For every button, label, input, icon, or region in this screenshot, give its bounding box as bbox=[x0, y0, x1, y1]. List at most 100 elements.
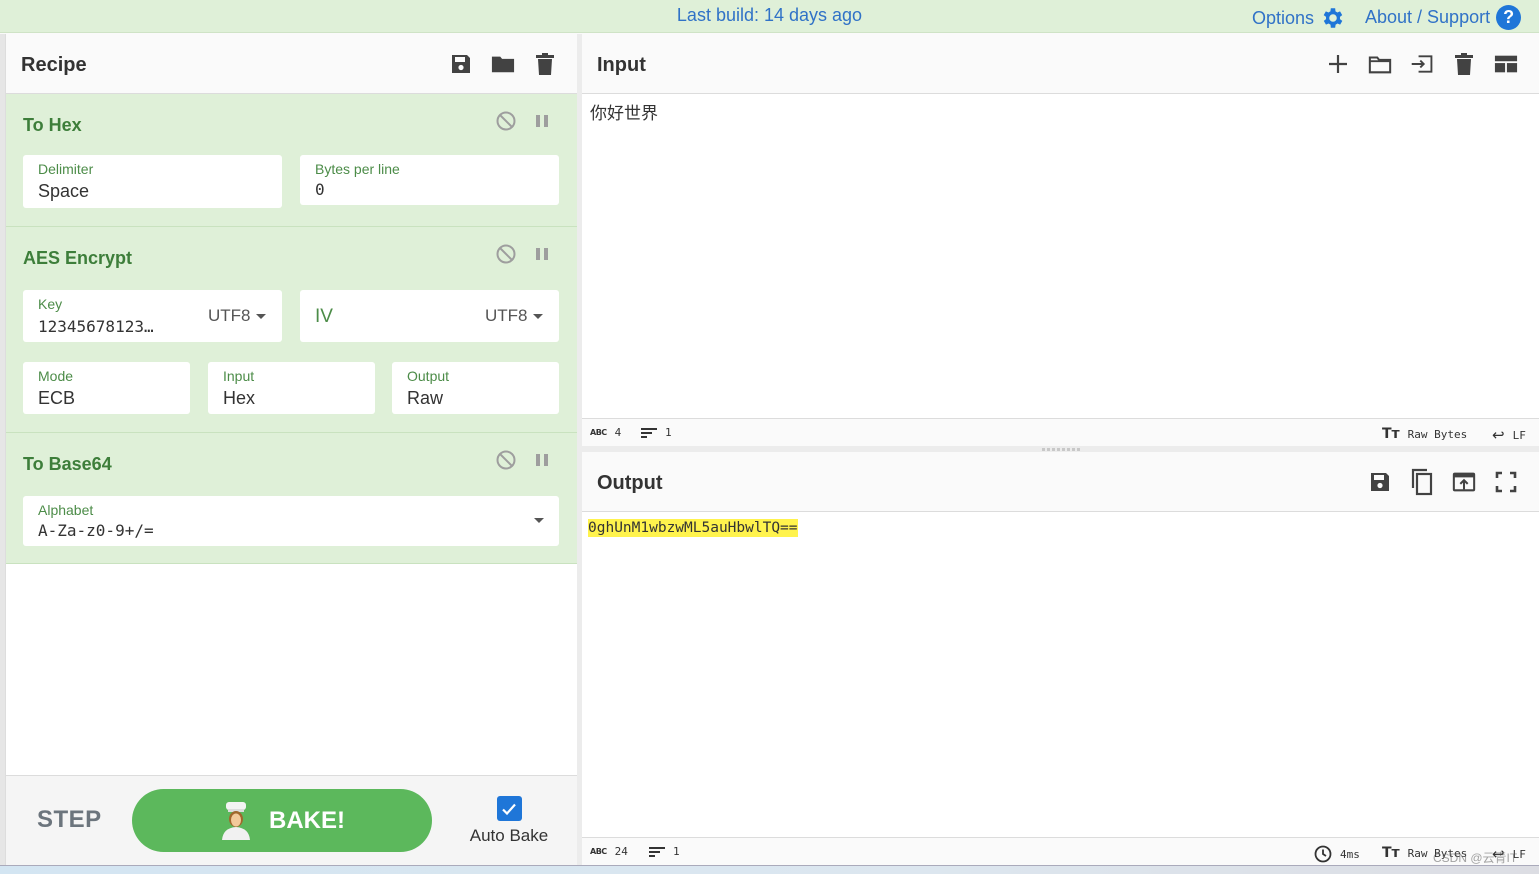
disable-icon[interactable] bbox=[495, 449, 517, 471]
clear-recipe-button[interactable] bbox=[533, 51, 557, 77]
output-length: ABC 24 bbox=[590, 845, 628, 858]
output-header-actions bbox=[1368, 468, 1518, 496]
abc-icon: ABC bbox=[590, 847, 607, 856]
field-value: Space bbox=[38, 181, 90, 201]
top-banner: Last build: 14 days ago Options About / … bbox=[0, 0, 1539, 33]
field-label: Alphabet bbox=[38, 502, 94, 518]
field-label: IV bbox=[315, 306, 333, 327]
add-tab-button[interactable] bbox=[1326, 51, 1350, 77]
operation-aes-encrypt: AES Encrypt Key 12345678123… UTF8 IV UTF… bbox=[6, 227, 577, 433]
disable-icon[interactable] bbox=[495, 110, 517, 132]
time-value: 4ms bbox=[1340, 847, 1360, 861]
iv-encoding-dropdown[interactable]: UTF8 bbox=[485, 306, 543, 326]
clear-input-button[interactable] bbox=[1452, 51, 1476, 77]
eol-value: LF bbox=[1512, 428, 1526, 442]
plus-icon bbox=[1329, 55, 1347, 73]
bake-button[interactable]: BAKE! bbox=[132, 789, 432, 852]
input-format-field[interactable]: Input Hex bbox=[208, 362, 375, 414]
open-file-button[interactable] bbox=[1368, 51, 1392, 77]
output-format-field[interactable]: Output Raw bbox=[392, 362, 559, 414]
input-status-bar: ABC 4 1 Tт Raw Bytes ↩ LF bbox=[582, 418, 1539, 446]
field-label: Output bbox=[407, 368, 450, 384]
save-recipe-button[interactable] bbox=[449, 51, 473, 77]
dropdown-value: UTF8 bbox=[485, 306, 528, 325]
text-encoding-icon: Tт bbox=[1382, 845, 1400, 861]
output-pane: Output 0ghUnM1wbzwML5auHbwlTQ== ABC 24 1 bbox=[582, 452, 1539, 865]
output-text[interactable]: 0ghUnM1wbzwML5auHbwlTQ== bbox=[588, 519, 798, 537]
field-value: 0 bbox=[315, 180, 325, 199]
field-value: Hex bbox=[223, 388, 256, 408]
delimiter-field[interactable]: Delimiter Space bbox=[23, 155, 282, 208]
lines-value: 1 bbox=[673, 845, 680, 858]
sign-in-icon bbox=[1411, 55, 1433, 73]
load-recipe-button[interactable] bbox=[491, 51, 515, 77]
recipe-header-actions bbox=[449, 51, 557, 77]
open-folder-button[interactable] bbox=[1410, 51, 1434, 77]
options-label: Options bbox=[1252, 7, 1315, 28]
field-value: 12345678123… bbox=[38, 317, 154, 336]
lines-icon bbox=[649, 846, 665, 857]
pause-icon[interactable] bbox=[533, 451, 551, 469]
recipe-header: Recipe bbox=[6, 34, 577, 94]
output-status-bar: ABC 24 1 4ms Tт Raw Bytes ↩ LF bbox=[582, 837, 1539, 865]
field-value: ECB bbox=[38, 388, 76, 408]
output-header: Output bbox=[582, 452, 1539, 512]
recipe-pane: Recipe To Hex Delimiter Space Bytes per … bbox=[5, 34, 577, 865]
operation-to-base64: To Base64 Alphabet A-Za-z0-9+/= bbox=[6, 433, 577, 564]
maximize-output-button[interactable] bbox=[1494, 469, 1518, 495]
field-value: A-Za-z0-9+/= bbox=[38, 521, 154, 540]
bake-label: BAKE! bbox=[269, 806, 345, 834]
step-button[interactable]: STEP bbox=[37, 806, 102, 834]
bake-time: 4ms bbox=[1314, 845, 1360, 863]
input-encoding[interactable]: Tт Raw Bytes bbox=[1382, 426, 1467, 442]
caret-down-icon[interactable] bbox=[534, 518, 544, 523]
iv-field[interactable]: IV UTF8 bbox=[300, 290, 559, 342]
disable-icon[interactable] bbox=[495, 243, 517, 265]
replace-input-button[interactable] bbox=[1452, 469, 1476, 495]
field-label: Delimiter bbox=[38, 161, 94, 177]
check-icon bbox=[502, 803, 516, 815]
about-support-link[interactable]: About / Support ? bbox=[1365, 5, 1522, 30]
lines-icon bbox=[641, 427, 657, 438]
operation-to-hex: To Hex Delimiter Space Bytes per line 0 bbox=[6, 94, 577, 227]
trash-icon bbox=[1455, 53, 1473, 75]
gear-icon bbox=[1323, 8, 1343, 28]
key-field[interactable]: Key 12345678123… UTF8 bbox=[23, 290, 282, 342]
reset-layout-button[interactable] bbox=[1494, 51, 1518, 77]
input-eol[interactable]: ↩ LF bbox=[1492, 426, 1526, 444]
input-header-actions bbox=[1326, 51, 1518, 77]
input-pane: Input 你好世界 ABC 4 1 Tт Raw Bytes ↩ LF bbox=[582, 34, 1539, 446]
bytes-per-line-field[interactable]: Bytes per line 0 bbox=[300, 155, 559, 205]
save-output-button[interactable] bbox=[1368, 469, 1392, 495]
input-textarea[interactable]: 你好世界 bbox=[590, 99, 658, 124]
key-encoding-dropdown[interactable]: UTF8 bbox=[208, 306, 266, 326]
field-label: Bytes per line bbox=[315, 161, 400, 177]
mode-field[interactable]: Mode ECB bbox=[23, 362, 190, 414]
about-label: About / Support bbox=[1365, 7, 1491, 27]
auto-bake-label: Auto Bake bbox=[469, 826, 549, 845]
field-label: Key bbox=[38, 296, 63, 312]
operation-controls bbox=[495, 243, 551, 265]
dropdown-value: UTF8 bbox=[208, 306, 251, 325]
os-taskbar bbox=[0, 865, 1539, 874]
lines-value: 1 bbox=[665, 426, 672, 439]
input-header: Input bbox=[582, 34, 1539, 94]
field-label: Input bbox=[223, 368, 255, 384]
input-lines: 1 bbox=[641, 426, 672, 439]
bake-area: STEP BAKE! Auto Bake bbox=[6, 775, 577, 865]
auto-bake-toggle[interactable]: Auto Bake bbox=[464, 796, 554, 846]
auto-bake-checkbox[interactable] bbox=[496, 796, 522, 821]
copy-output-button[interactable] bbox=[1410, 468, 1434, 496]
pause-icon[interactable] bbox=[533, 112, 551, 130]
splitter-grip bbox=[1042, 448, 1080, 451]
trash-icon bbox=[536, 53, 554, 75]
input-title: Input bbox=[597, 54, 646, 76]
alphabet-field[interactable]: Alphabet A-Za-z0-9+/= bbox=[23, 496, 559, 546]
pause-icon[interactable] bbox=[533, 245, 551, 263]
operation-title: To Hex bbox=[23, 115, 82, 135]
operation-controls bbox=[495, 449, 551, 471]
output-title: Output bbox=[597, 472, 663, 494]
maximize-icon bbox=[1495, 471, 1517, 493]
encoding-value: Raw Bytes bbox=[1407, 427, 1468, 441]
options-link[interactable]: Options bbox=[1252, 5, 1346, 31]
